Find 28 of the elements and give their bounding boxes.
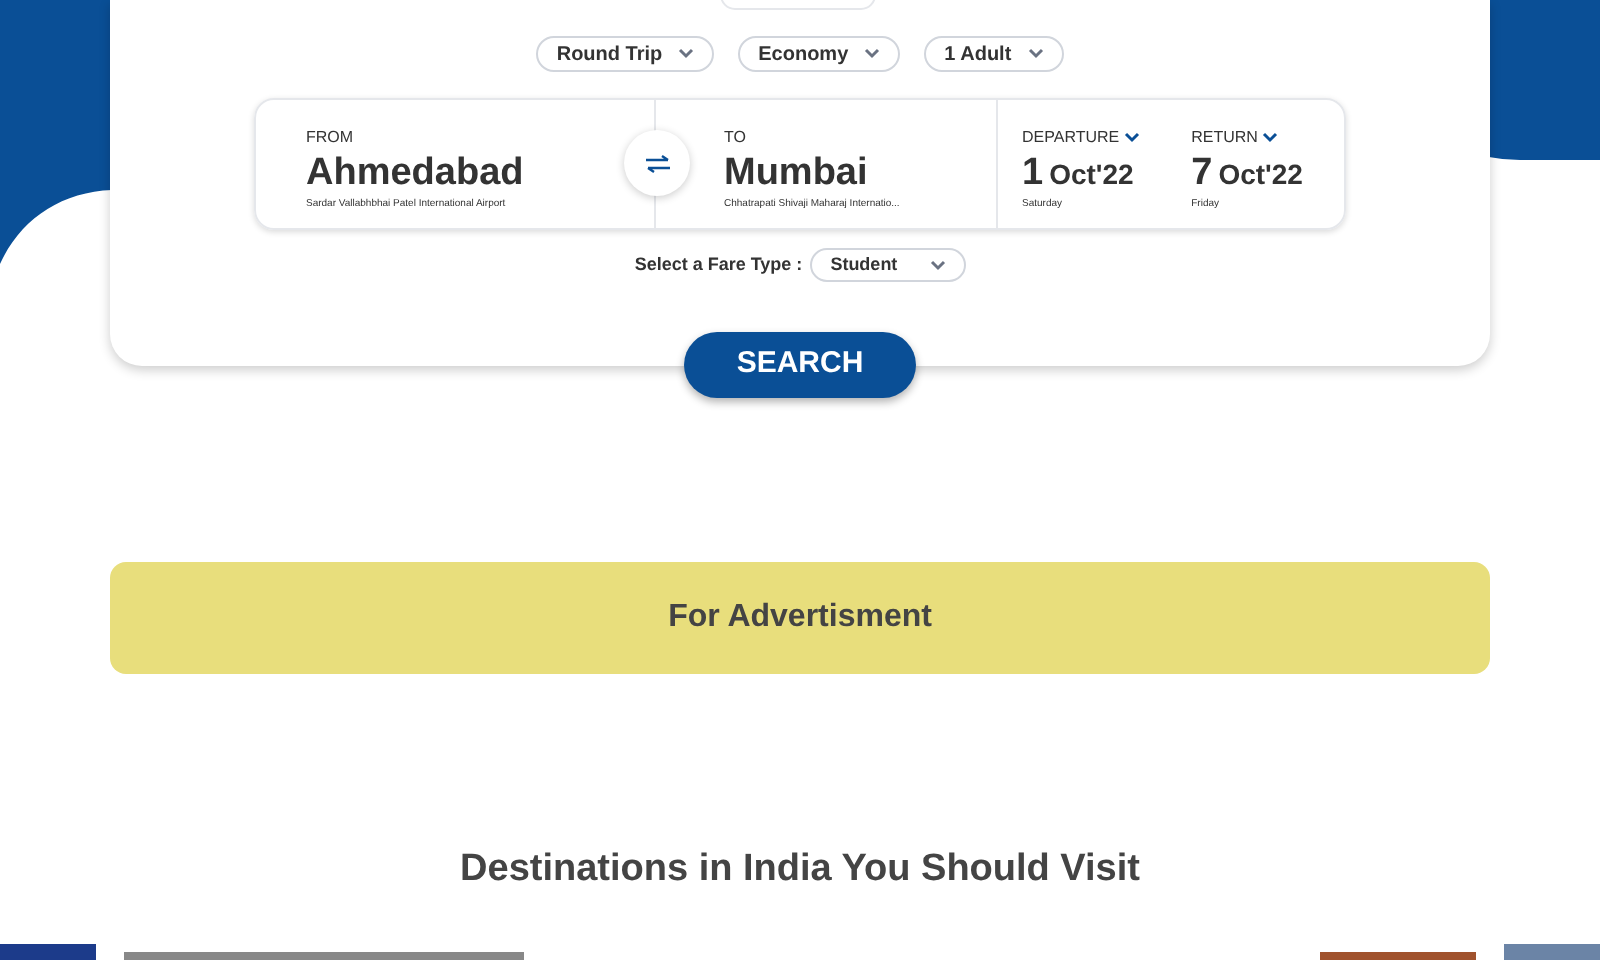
trip-option-dropdown[interactable]: Economy: [738, 36, 901, 72]
trip-option-dropdown[interactable]: 1 Adult: [924, 36, 1064, 72]
chevron-down-icon: [864, 48, 881, 60]
trip-option-dropdown[interactable]: Round Trip: [536, 36, 715, 72]
date-day: 1: [1022, 150, 1044, 198]
date-month: Oct'22: [1049, 156, 1134, 194]
section-title: Destinations in India You Should Visit: [460, 846, 1140, 894]
search-button[interactable]: SEARCH: [684, 332, 916, 398]
to-label: TO: [724, 126, 748, 150]
swap-button[interactable]: [624, 130, 690, 196]
chevron-down-icon: [1123, 132, 1140, 144]
from-city[interactable]: Ahmedabad: [306, 150, 524, 198]
date-day: 7: [1191, 150, 1213, 198]
to-city[interactable]: Mumbai: [724, 150, 868, 198]
date-label[interactable]: RETURN: [1191, 126, 1258, 150]
fare-type-label: Select a Fare Type :: [634, 251, 803, 278]
chevron-down-icon: [1027, 48, 1044, 60]
date-label[interactable]: DEPARTURE: [1022, 126, 1120, 150]
photo-placeholder: [0, 944, 96, 960]
chevron-down-icon: [678, 48, 695, 60]
date-month: Oct'22: [1218, 156, 1303, 194]
swap-arrows-icon: [643, 153, 671, 173]
photo-placeholder: [1504, 944, 1600, 960]
fare-type-dropdown[interactable]: Student: [810, 248, 966, 282]
from-label: FROM: [306, 126, 356, 150]
chevron-down-icon: [1261, 132, 1278, 144]
advertisement-banner: For Advertisment: [110, 562, 1490, 674]
chevron-down-icon: [929, 259, 946, 271]
